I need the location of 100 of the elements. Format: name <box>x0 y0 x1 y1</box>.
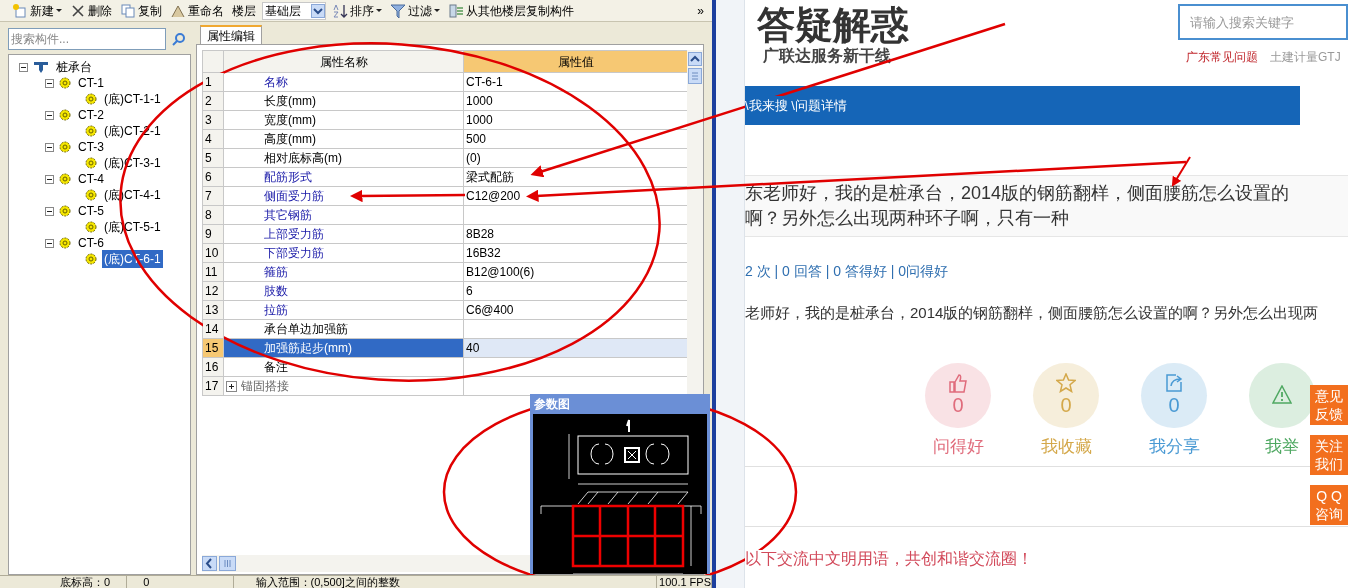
collapse-icon[interactable] <box>45 78 54 88</box>
row-number: 2 <box>203 92 224 111</box>
scroll-thumb-icon[interactable] <box>688 68 702 84</box>
toolbar-button[interactable]: 过滤 <box>388 0 442 21</box>
property-name[interactable]: 拉筋 <box>224 301 464 320</box>
tab[interactable]: 属性编辑 <box>200 25 262 44</box>
scroll-up-icon[interactable] <box>688 52 702 66</box>
gear-icon <box>59 205 71 217</box>
toolbar-button[interactable]: 重命名 <box>168 0 226 21</box>
gear-icon <box>59 77 71 89</box>
filter-icon[interactable] <box>390 2 406 19</box>
row-number: 5 <box>203 149 224 168</box>
property-name[interactable]: 高度(mm) <box>224 130 464 149</box>
gear-icon <box>59 141 71 153</box>
pile-cap-icon <box>33 60 49 74</box>
gear-icon <box>85 157 97 169</box>
collapse-icon[interactable] <box>45 110 54 120</box>
property-name[interactable]: 上部受力筋 <box>224 225 464 244</box>
row-number: 10 <box>203 244 224 263</box>
gear-icon <box>59 109 71 121</box>
warning-icon <box>1272 385 1292 406</box>
close-icon[interactable] <box>70 2 86 19</box>
collapse-icon[interactable] <box>45 238 54 248</box>
row-number: 7 <box>203 187 224 206</box>
gear-icon <box>85 189 97 201</box>
tree-item[interactable]: (底)CT-1-1 <box>102 90 163 108</box>
tree-item[interactable]: CT-1 <box>76 74 106 92</box>
tree-item[interactable]: CT-6 <box>76 234 106 252</box>
logo-title: 答疑解惑 <box>757 4 910 46</box>
gear-icon <box>85 125 97 137</box>
row-number: 6 <box>203 168 224 187</box>
toolbar-button[interactable]: 新建 <box>10 0 64 21</box>
property-name[interactable]: 肢数 <box>224 282 464 301</box>
gear-icon <box>85 93 97 105</box>
property-name[interactable]: 长度(mm) <box>224 92 464 111</box>
row-number: 17 <box>203 377 224 396</box>
property-name[interactable]: 下部受力筋 <box>224 244 464 263</box>
column-header[interactable]: 属性值 <box>464 51 688 73</box>
tree-item[interactable]: CT-4 <box>76 170 106 188</box>
collapse-icon[interactable] <box>45 142 54 152</box>
collapse-icon[interactable] <box>45 174 54 184</box>
property-name[interactable]: 锚固搭接 <box>224 377 464 396</box>
row-number: 3 <box>203 111 224 130</box>
question-stats: 2 次 | 0 回答 | 0 答得好 | 0问得好 <box>745 262 950 281</box>
row-number: 12 <box>203 282 224 301</box>
row-number: 4 <box>203 130 224 149</box>
action-count: 0 <box>1060 393 1072 418</box>
search-icon[interactable] <box>172 32 186 46</box>
floor-label: 楼层 <box>231 2 257 20</box>
tree-item[interactable]: CT-5 <box>76 202 106 220</box>
property-value[interactable]: 40 <box>464 339 688 358</box>
scroll-left-icon[interactable] <box>202 556 217 571</box>
status-text: 输入范围：(0,500]之间的整数 <box>233 576 658 588</box>
property-name[interactable]: 箍筋 <box>224 263 464 282</box>
property-name[interactable]: 侧面受力筋 <box>224 187 464 206</box>
expand-icon[interactable] <box>226 380 237 392</box>
property-name[interactable]: 宽度(mm) <box>224 111 464 130</box>
question-body: 老师好，我的是桩承台，2014版的钢筋翻样，侧面腰筋怎么设置的啊？另外怎么出现两 <box>745 303 1320 323</box>
row-number: 11 <box>203 263 224 282</box>
scroll-thumb-icon[interactable] <box>219 556 236 571</box>
row-number: 16 <box>203 358 224 377</box>
gear-icon <box>85 221 97 233</box>
row-number: 9 <box>203 225 224 244</box>
horizontal-scrollbar[interactable] <box>202 555 532 572</box>
collapse-icon[interactable] <box>19 62 28 72</box>
toolbar-button[interactable]: 从其他楼层复制构件 <box>446 0 576 21</box>
tree-item[interactable]: CT-2 <box>76 106 106 124</box>
gear-icon <box>59 237 71 249</box>
header-link[interactable]: 广东常见问题 <box>1186 48 1258 66</box>
gear-icon <box>85 253 97 265</box>
toolbar-button[interactable]: 删除 <box>68 0 114 21</box>
column-header[interactable]: 属性名称 <box>224 51 464 73</box>
row-number: 8 <box>203 206 224 225</box>
question-title: 东老师好，我的是桩承台，2014版的钢筋翻样，侧面腰筋怎么设置的啊？另外怎么出现两种环子啊，只有一种 <box>745 182 1291 230</box>
property-name[interactable]: 配筋形式 <box>224 168 464 187</box>
status-text: 底标高：0 <box>0 576 128 588</box>
property-name[interactable]: 相对底标高(m) <box>224 149 464 168</box>
property-value[interactable]: 梁式配筋 <box>464 168 688 187</box>
more-button[interactable]: » <box>695 1 706 20</box>
collapse-icon[interactable] <box>45 206 54 216</box>
search-field[interactable]: 请输入搜索关键字 <box>1178 4 1348 40</box>
row-number: 13 <box>203 301 224 320</box>
tree-item[interactable]: CT-3 <box>76 138 106 156</box>
toolbar-button[interactable]: 排序 <box>330 0 384 21</box>
row-number: 15 <box>203 339 224 358</box>
toolbar-button[interactable]: 复制 <box>118 0 164 21</box>
vertical-scrollbar[interactable] <box>687 50 703 395</box>
floor-dropdown[interactable]: 基础层 <box>262 1 326 20</box>
tree-item[interactable]: 桩承台 <box>54 58 94 76</box>
property-name[interactable]: 其它钢筋 <box>224 206 464 225</box>
caret-icon <box>311 3 325 18</box>
action-count: 0 <box>1168 393 1180 418</box>
thumbs-up-icon <box>948 373 968 394</box>
sort-icon[interactable] <box>332 2 348 19</box>
property-name[interactable]: 名称 <box>224 73 464 92</box>
share-icon <box>1164 373 1184 394</box>
search-field[interactable]: 搜索构件... <box>8 28 166 50</box>
property-name[interactable]: 加强筋起步(mm) <box>224 339 464 358</box>
action-count: 0 <box>952 393 964 418</box>
row-number: 1 <box>203 73 224 92</box>
